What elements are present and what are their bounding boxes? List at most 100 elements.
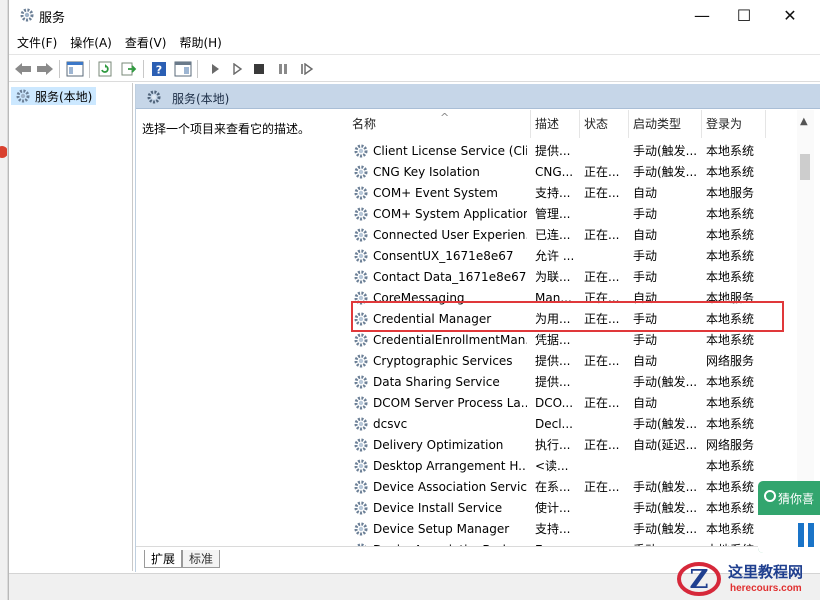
service-startup-type: 手动(触发... [633, 165, 698, 179]
table-row[interactable]: Contact Data_1671e8e67 为联... 正在... 手动 本地系统 [342, 267, 794, 288]
table-row[interactable]: Desktop Arrangement H... <读... 本地系统 [342, 456, 794, 477]
menu-help[interactable]: 帮助(H) [174, 31, 226, 53]
service-startup-type: 手动 [633, 270, 658, 284]
table-row[interactable]: CredentialEnrollmentMan... 凭据... 手动 本地系统 [342, 330, 794, 351]
scroll-up-icon[interactable]: ▲ [800, 116, 808, 127]
table-row[interactable]: Delivery Optimization 执行... 正在... 自动(延迟... 网… [342, 435, 794, 456]
table-row[interactable]: Data Sharing Service 提供... 手动(触发... 本地系统 [342, 372, 794, 393]
tab-standard[interactable]: 标准 [182, 550, 221, 568]
forward-button[interactable] [35, 59, 55, 79]
service-logon-as: 网络服务 [706, 438, 755, 452]
column-header-description[interactable]: 描述 [531, 110, 580, 138]
table-row[interactable]: dcsvc Decl... 手动(触发... 本地系统 [342, 414, 794, 435]
service-name: dcsvc [373, 417, 408, 431]
table-row[interactable]: ConsentUX_1671e8e67 允许 ... 手动 本地系统 [342, 246, 794, 267]
export-list-button[interactable] [119, 59, 139, 79]
start-service-button[interactable] [205, 59, 225, 79]
service-name: Client License Service (Cli... [373, 144, 527, 158]
maximize-button[interactable]: ☐ [721, 0, 767, 30]
services-window: 服务 — ☐ ✕ 文件(F) 操作(A) 查看(V) 帮助(H) ? 服务(本地… [8, 0, 820, 600]
menu-view[interactable]: 查看(V) [120, 31, 172, 53]
service-description: 允许 ... [535, 249, 575, 263]
table-row[interactable]: Device Association Service 在系... 正在... 手动(触… [342, 477, 794, 498]
service-name: Contact Data_1671e8e67 [373, 270, 527, 284]
service-logon-as: 本地系统 [706, 333, 755, 347]
column-header-startup-type[interactable]: 启动类型 [629, 110, 702, 138]
pane-header: 服务(本地) [136, 84, 820, 109]
help-button[interactable]: ? [149, 59, 169, 79]
description-panel: 选择一个项目来查看它的描述。 [136, 110, 342, 546]
table-row[interactable]: COM+ System Application 管理... 手动 本地系统 [342, 204, 794, 225]
service-description: 已连... [535, 228, 571, 242]
toolbar-separator [197, 60, 198, 78]
service-startup-type: 手动(触发... [633, 501, 698, 515]
service-description: 凭据... [535, 333, 571, 347]
service-description: 使计... [535, 501, 571, 515]
toolbar: ? [9, 54, 820, 82]
tree-item-label: 服务(本地) [35, 90, 93, 104]
scrollbar-thumb[interactable] [800, 154, 810, 180]
service-name: ConsentUX_1671e8e67 [373, 249, 514, 263]
console-tree: 服务(本地) [9, 83, 133, 571]
service-description: 为联... [535, 270, 571, 284]
services-pane: 服务(本地) 选择一个项目来查看它的描述。 名称 ^ 描述 状态 启动类型 登录… [135, 84, 820, 572]
pause-service-button[interactable] [273, 59, 293, 79]
watermark-url: herecours.com [730, 583, 802, 594]
service-startup-type: 手动 [633, 249, 658, 263]
table-row[interactable]: CNG Key Isolation CNG... 正在... 手动(触发... 本地系统 [342, 162, 794, 183]
service-description: DCO... [535, 396, 574, 410]
service-startup-type: 手动(触发... [633, 417, 698, 431]
properties-button[interactable] [173, 59, 193, 79]
start-service-alt-button[interactable] [227, 59, 247, 79]
background-window-edge [0, 0, 8, 600]
table-row[interactable]: Cryptographic Services 提供... 正在... 自动 网络服务 [342, 351, 794, 372]
widget-panel [758, 515, 820, 553]
table-row[interactable]: Device Setup Manager 支持... 手动(触发... 本地系统 [342, 519, 794, 540]
title-bar[interactable]: 服务 — ☐ ✕ [9, 0, 820, 30]
column-header-status[interactable]: 状态 [580, 110, 629, 138]
help-icon: ? [152, 62, 166, 77]
service-description: 支持... [535, 522, 571, 536]
service-description: <读... [535, 459, 569, 473]
service-description: 提供... [535, 354, 571, 368]
toolbar-separator [59, 60, 60, 78]
service-logon-as: 本地系统 [706, 396, 755, 410]
widget-label: 猜你喜 [778, 492, 815, 506]
minimize-button[interactable]: — [679, 0, 725, 30]
refresh-button[interactable] [95, 59, 115, 79]
service-description: 提供... [535, 375, 571, 389]
service-logon-as: 本地系统 [706, 228, 755, 242]
stop-service-button[interactable] [249, 59, 269, 79]
table-row[interactable]: DCOM Server Process La... DCO... 正在... 自动 本地… [342, 393, 794, 414]
recommend-widget[interactable]: 猜你喜 [758, 481, 820, 553]
site-logo-icon: Z [677, 562, 721, 596]
table-row[interactable]: COM+ Event System 支持... 正在... 自动 本地服务 [342, 183, 794, 204]
service-startup-type: 自动 [633, 186, 658, 200]
service-startup-type: 手动(触发... [633, 375, 698, 389]
menu-action[interactable]: 操作(A) [65, 31, 117, 53]
table-row[interactable]: Client License Service (Cli... 提供... 手动(触发… [342, 141, 794, 162]
table-row[interactable]: Device Install Service 使计... 手动(触发... 本地系统 [342, 498, 794, 519]
service-startup-type: 自动 [633, 396, 658, 410]
refresh-icon [98, 61, 112, 77]
service-startup-type: 自动 [633, 354, 658, 368]
table-row[interactable]: Connected User Experien... 已连... 正在... 自动 本地… [342, 225, 794, 246]
service-name: Device Association Service [373, 480, 527, 494]
column-header-name[interactable]: 名称 ^ [348, 110, 531, 138]
service-description: 管理... [535, 207, 571, 221]
show-hide-tree-button[interactable] [65, 59, 85, 79]
service-name: COM+ Event System [373, 186, 498, 200]
pause-icon [279, 64, 287, 74]
widget-bar-icon [808, 523, 814, 547]
service-status: 正在... [584, 480, 620, 494]
tab-extended[interactable]: 扩展 [144, 550, 183, 568]
close-button[interactable]: ✕ [767, 0, 813, 30]
service-name: Desktop Arrangement H... [373, 459, 527, 473]
menu-file[interactable]: 文件(F) [12, 31, 62, 53]
service-name: Connected User Experien... [373, 228, 527, 242]
watermark-title: 这里教程网 [728, 563, 804, 581]
tree-item-services-local[interactable]: 服务(本地) [11, 87, 97, 105]
restart-service-button[interactable] [297, 59, 317, 79]
column-header-logon-as[interactable]: 登录为 [702, 110, 766, 138]
back-button[interactable] [13, 59, 33, 79]
